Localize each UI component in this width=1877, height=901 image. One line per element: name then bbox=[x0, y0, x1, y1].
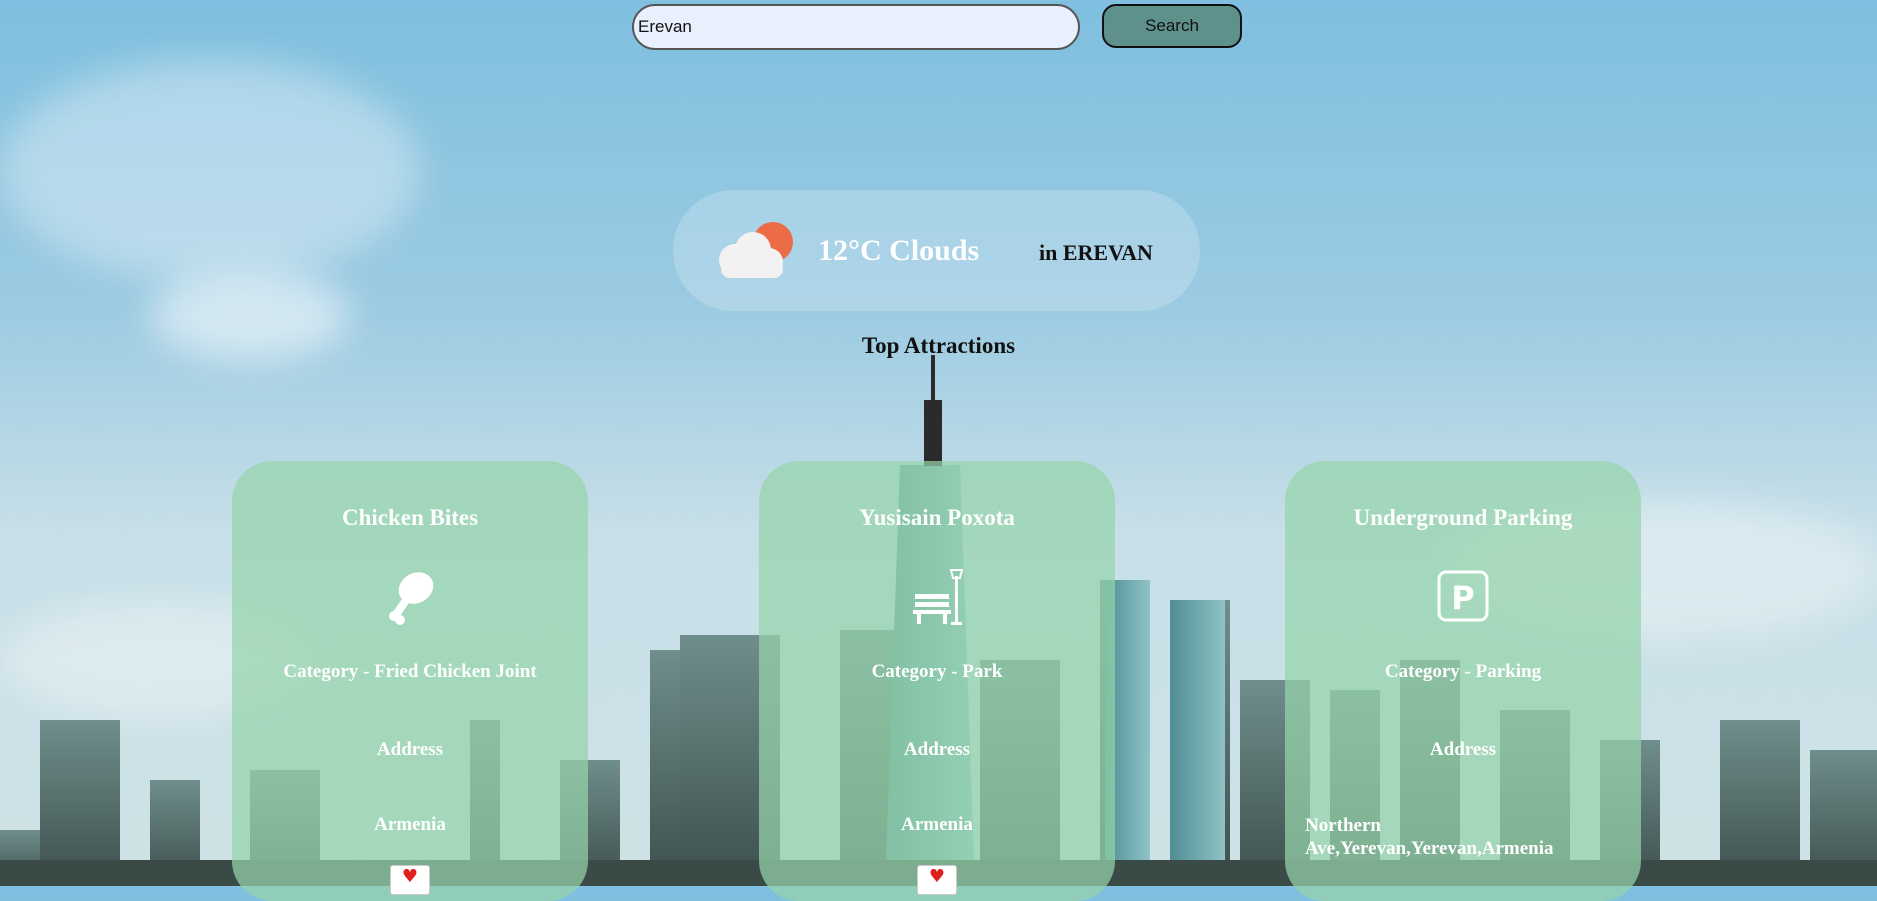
attraction-address: Armenia bbox=[901, 814, 973, 835]
favorite-button[interactable]: ♥ bbox=[917, 865, 957, 895]
attraction-category: Category - Parking bbox=[1384, 661, 1542, 682]
sky-cloud bbox=[0, 60, 420, 280]
attraction-category: Category - Fried Chicken Joint bbox=[283, 661, 537, 682]
drumstick-icon bbox=[389, 572, 434, 625]
parking-icon: P bbox=[1437, 570, 1489, 622]
attraction-card: Chicken Bites Category - Fried Chicken J… bbox=[232, 461, 588, 901]
attraction-card: Underground Parking P Category - Parking… bbox=[1285, 461, 1641, 901]
address-label: Address bbox=[376, 739, 444, 760]
address-label: Address bbox=[1429, 739, 1497, 760]
svg-text:P: P bbox=[1451, 579, 1474, 617]
attraction-address: Northern Ave,Yerevan,Yerevan,Armenia bbox=[1305, 815, 1554, 859]
weather-temperature: 12°C Clouds bbox=[818, 234, 980, 267]
section-title: Top Attractions bbox=[861, 333, 1016, 358]
heart-icon: ♥ bbox=[401, 866, 419, 887]
attraction-card: Yusisain Poxota Category - Park Address … bbox=[759, 461, 1115, 901]
search-input[interactable] bbox=[632, 4, 1080, 50]
attraction-address: Armenia bbox=[374, 814, 446, 835]
attraction-name: Yusisain Poxota bbox=[859, 505, 1015, 530]
attraction-name: Underground Parking bbox=[1353, 505, 1573, 530]
park-bench-icon bbox=[913, 569, 964, 625]
search-button[interactable]: Search bbox=[1102, 4, 1242, 48]
weather-location: in EREVAN bbox=[1039, 240, 1153, 265]
address-label: Address bbox=[903, 739, 971, 760]
cloud-sun-icon bbox=[719, 222, 793, 278]
attraction-name: Chicken Bites bbox=[341, 505, 479, 530]
weather-widget: 12°C Clouds in EREVAN bbox=[673, 190, 1200, 311]
favorite-button[interactable]: ♥ bbox=[390, 865, 430, 895]
heart-icon: ♥ bbox=[928, 866, 946, 887]
attraction-category: Category - Park bbox=[871, 661, 1003, 682]
